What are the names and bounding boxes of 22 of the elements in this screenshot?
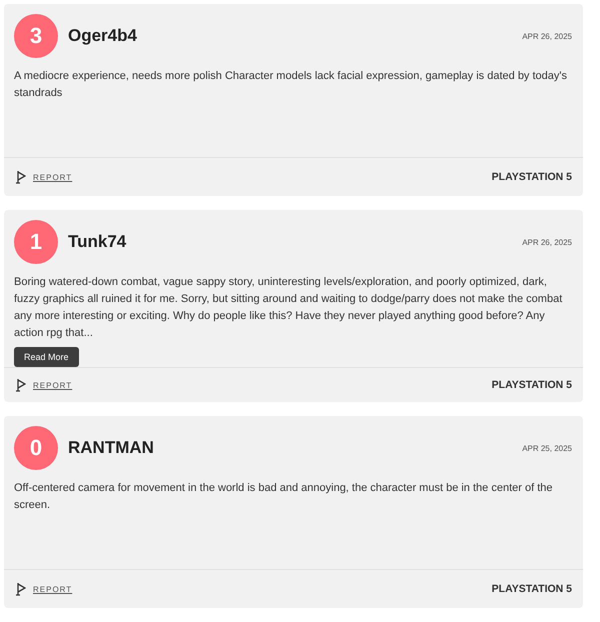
flag-icon[interactable] [16, 582, 26, 596]
review-text: Boring watered-down combat, vague sappy story, uninteresting levels/exploration, and poorly optimized, dark, fuzzy graphics all ruined it for me. Sorry, but sitting around and waiting to dodge/parry does not make the combat any more interesting or exciting. Why do people like this? Have they never played anything good before? Any action rpg that... [14, 275, 564, 341]
read-more-button[interactable]: Read More [14, 347, 79, 367]
platform-label: PLAYSTATION 5 [492, 379, 572, 391]
author-name: RANTMAN [68, 438, 154, 458]
flag-icon[interactable] [16, 170, 26, 184]
review-date: APR 25, 2025 [522, 444, 572, 452]
report-link[interactable]: REPORT [33, 172, 72, 182]
report-link[interactable]: REPORT [33, 584, 72, 594]
score-badge: 3 [14, 14, 58, 58]
review-date: APR 26, 2025 [522, 238, 572, 246]
score-badge: 1 [14, 220, 58, 264]
flag-icon[interactable] [16, 378, 26, 392]
platform-label: PLAYSTATION 5 [492, 171, 572, 183]
report-link[interactable]: REPORT [33, 380, 72, 390]
review-date: APR 26, 2025 [522, 32, 572, 40]
author-name: Tunk74 [68, 232, 126, 252]
review-text: A mediocre experience, needs more polish Character models lack facial expression, gameplay is dated by today's standrads [14, 69, 568, 101]
score-badge: 0 [14, 426, 58, 470]
review-text: Off-centered camera for movement in the world is bad and annoying, the character must be in the center of the screen. [14, 481, 554, 513]
author-name: Oger4b4 [68, 26, 137, 46]
platform-label: PLAYSTATION 5 [492, 583, 572, 595]
